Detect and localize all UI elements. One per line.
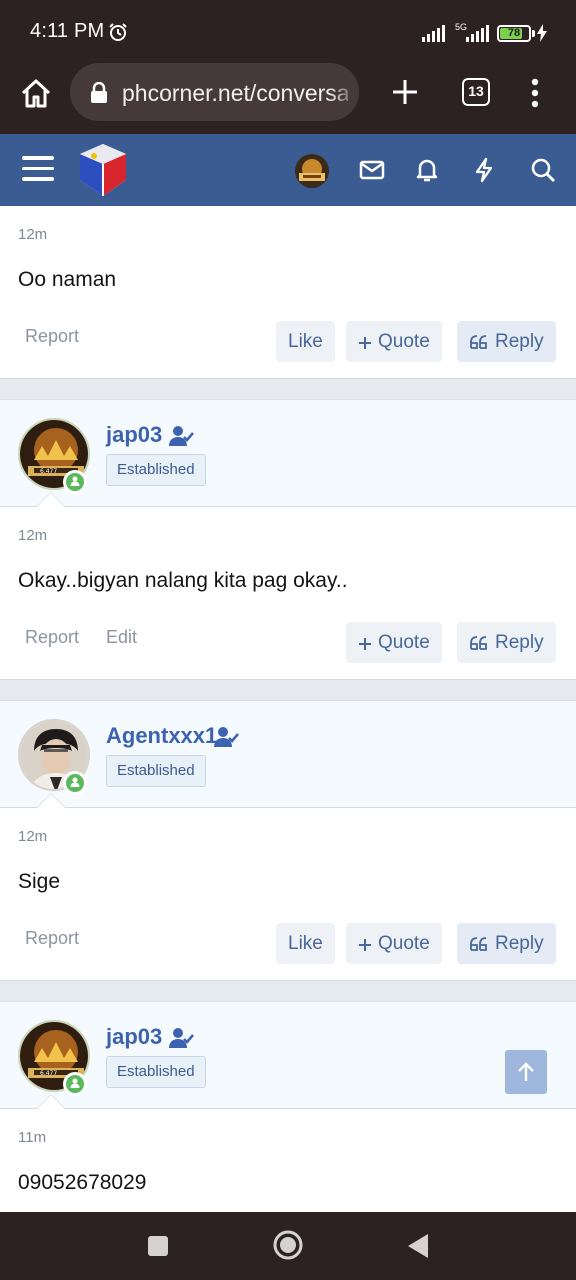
message-header: Agentxxx1 Established <box>0 700 576 808</box>
report-link[interactable]: Report <box>25 928 79 949</box>
reply-button[interactable]: Reply <box>457 923 556 964</box>
message-actions: Report Like Quote Reply <box>18 910 558 980</box>
message-body: 12m Oo naman Report Like Quote Reply <box>0 206 576 379</box>
url-text: phcorner.net/conversations <box>122 80 348 106</box>
signal-icon <box>422 25 445 42</box>
report-link[interactable]: Report <box>25 627 79 648</box>
separator <box>0 981 576 1001</box>
bolt-icon[interactable] <box>470 156 498 184</box>
bell-icon[interactable] <box>413 156 441 184</box>
message-text: Sige <box>18 870 61 893</box>
message-body: 12m Sige Report Like Quote Reply <box>0 808 576 981</box>
like-button[interactable]: Like <box>276 321 335 362</box>
system-nav-bar <box>0 1212 576 1280</box>
charging-icon <box>537 24 547 42</box>
quote-button[interactable]: Quote <box>346 622 442 663</box>
message-time[interactable]: 12m <box>18 206 558 256</box>
reply-button[interactable]: Reply <box>457 321 556 362</box>
message-body: 12m Okay..bigyan nalang kita pag okay.. … <box>0 507 576 680</box>
search-icon[interactable] <box>529 156 557 184</box>
username[interactable]: Agentxxx1 <box>106 723 217 749</box>
user-avatar[interactable] <box>295 154 329 188</box>
quote-icon <box>470 636 487 650</box>
username[interactable]: jap03 <box>106 1024 162 1050</box>
user-title-badge: Established <box>106 454 206 486</box>
status-time: 4:11 PM <box>30 20 105 42</box>
lock-icon <box>91 82 107 103</box>
report-link[interactable]: Report <box>25 326 79 347</box>
browser-toolbar: phcorner.net/conversations 13 <box>0 62 576 134</box>
message-time[interactable]: 12m <box>18 808 558 858</box>
tab-switcher-button[interactable]: 13 <box>462 78 490 106</box>
username[interactable]: jap03 <box>106 422 162 448</box>
signal-icon-2 <box>466 25 489 42</box>
like-button[interactable]: Like <box>276 923 335 964</box>
message-header: 6.477 jap03 Established <box>0 1001 576 1109</box>
conversation-thread[interactable]: 12m Oo naman Report Like Quote Reply 6.4… <box>0 206 576 1212</box>
svg-text:6.477: 6.477 <box>40 468 57 475</box>
quote-icon <box>470 335 487 349</box>
message-text: Okay..bigyan nalang kita pag okay.. <box>18 569 348 592</box>
new-tab-icon[interactable] <box>389 76 421 108</box>
envelope-icon[interactable] <box>358 156 386 184</box>
site-header <box>0 134 576 206</box>
plus-icon <box>359 939 371 951</box>
arrow-up-icon <box>518 1062 534 1081</box>
message-time[interactable]: 11m <box>18 1109 558 1159</box>
quote-icon <box>470 937 487 951</box>
address-bar[interactable]: phcorner.net/conversations <box>70 63 359 121</box>
edit-link[interactable]: Edit <box>106 627 137 648</box>
reply-button[interactable]: Reply <box>457 622 556 663</box>
scroll-to-top-button[interactable] <box>505 1050 547 1094</box>
message-body: 11m 09052678029 <box>0 1109 576 1212</box>
alarm-icon <box>109 23 127 41</box>
user-title-badge: Established <box>106 755 206 787</box>
recents-icon[interactable] <box>146 1234 170 1258</box>
site-logo[interactable] <box>76 142 130 198</box>
message-actions: Report Edit Quote Reply <box>18 609 558 679</box>
status-bar: 4:11 PM 5G 78 <box>0 0 576 62</box>
separator <box>0 379 576 399</box>
user-verified-icon <box>169 1028 194 1048</box>
quote-button[interactable]: Quote <box>346 321 442 362</box>
plus-icon <box>359 337 371 349</box>
back-icon[interactable] <box>406 1232 430 1260</box>
menu-icon[interactable] <box>22 156 54 184</box>
plus-icon <box>359 638 371 650</box>
message-header: 6.477 jap03 Established <box>0 399 576 507</box>
home-button-icon[interactable] <box>272 1229 304 1261</box>
user-title-badge: Established <box>106 1056 206 1088</box>
quote-button[interactable]: Quote <box>346 923 442 964</box>
message-actions: Report Like Quote Reply <box>18 308 558 378</box>
battery-icon: 78 <box>497 25 531 42</box>
battery-level: 78 <box>507 27 521 39</box>
user-verified-icon <box>169 426 194 446</box>
more-menu-icon[interactable] <box>522 76 548 110</box>
message-text: Oo naman <box>18 268 117 291</box>
message-text[interactable]: 09052678029 <box>18 1159 558 1211</box>
message-time[interactable]: 12m <box>18 507 558 557</box>
user-verified-icon <box>214 727 239 747</box>
svg-text:6.477: 6.477 <box>40 1070 57 1077</box>
separator <box>0 680 576 700</box>
home-icon[interactable] <box>18 76 54 112</box>
